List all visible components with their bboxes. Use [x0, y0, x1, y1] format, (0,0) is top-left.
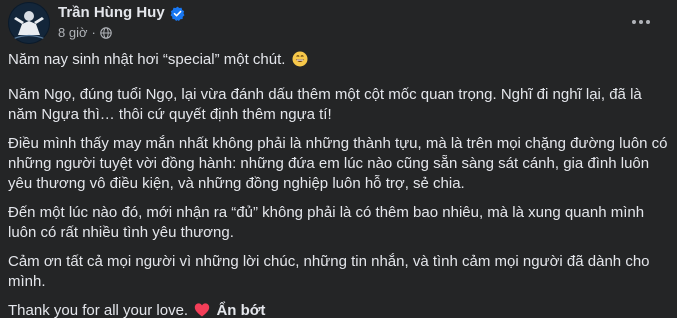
author-name-row: Trần Hùng Huy [58, 4, 185, 22]
post-header: Trần Hùng Huy 8 giờ · [0, 0, 677, 50]
meta-dot: · [91, 25, 96, 40]
more-options-icon [632, 20, 650, 24]
post-paragraph: Điều mình thấy may mắn nhất không phải l… [8, 135, 668, 192]
facebook-post: Trần Hùng Huy 8 giờ · Năm nay sinh nhật … [0, 0, 677, 318]
post-paragraph: Đến một lúc nào đó, mới nhận ra “đủ” khô… [8, 204, 645, 241]
post-paragraph: Cảm ơn tất cả mọi người vì những lời chú… [8, 253, 650, 290]
author-name[interactable]: Trần Hùng Huy [58, 4, 165, 22]
post-time[interactable]: 8 giờ [58, 25, 88, 40]
post-meta: 8 giờ · [58, 25, 112, 40]
paragraph-text: Thank you for all your love. [8, 302, 189, 318]
post-paragraph-last: Thank you for all your love. Ẩn bớt [8, 301, 669, 318]
red-heart-emoji-icon [194, 302, 210, 318]
globe-icon[interactable] [100, 26, 112, 39]
author-avatar[interactable] [8, 2, 50, 44]
see-less-link[interactable]: Ẩn bớt [216, 302, 265, 318]
avatar-image [9, 3, 49, 43]
post-body: Năm nay sinh nhật hơi “special” một chút… [8, 50, 669, 318]
grinning-emoji-icon [292, 51, 308, 67]
verified-badge-icon [170, 6, 185, 21]
paragraph-text: Năm nay sinh nhật hơi “special” một chút… [8, 51, 286, 68]
post-paragraph: Năm nay sinh nhật hơi “special” một chút… [8, 50, 669, 70]
more-options-button[interactable] [627, 8, 655, 36]
post-paragraph: Năm Ngọ, đúng tuổi Ngọ, lại vừa đánh dấu… [8, 86, 642, 123]
